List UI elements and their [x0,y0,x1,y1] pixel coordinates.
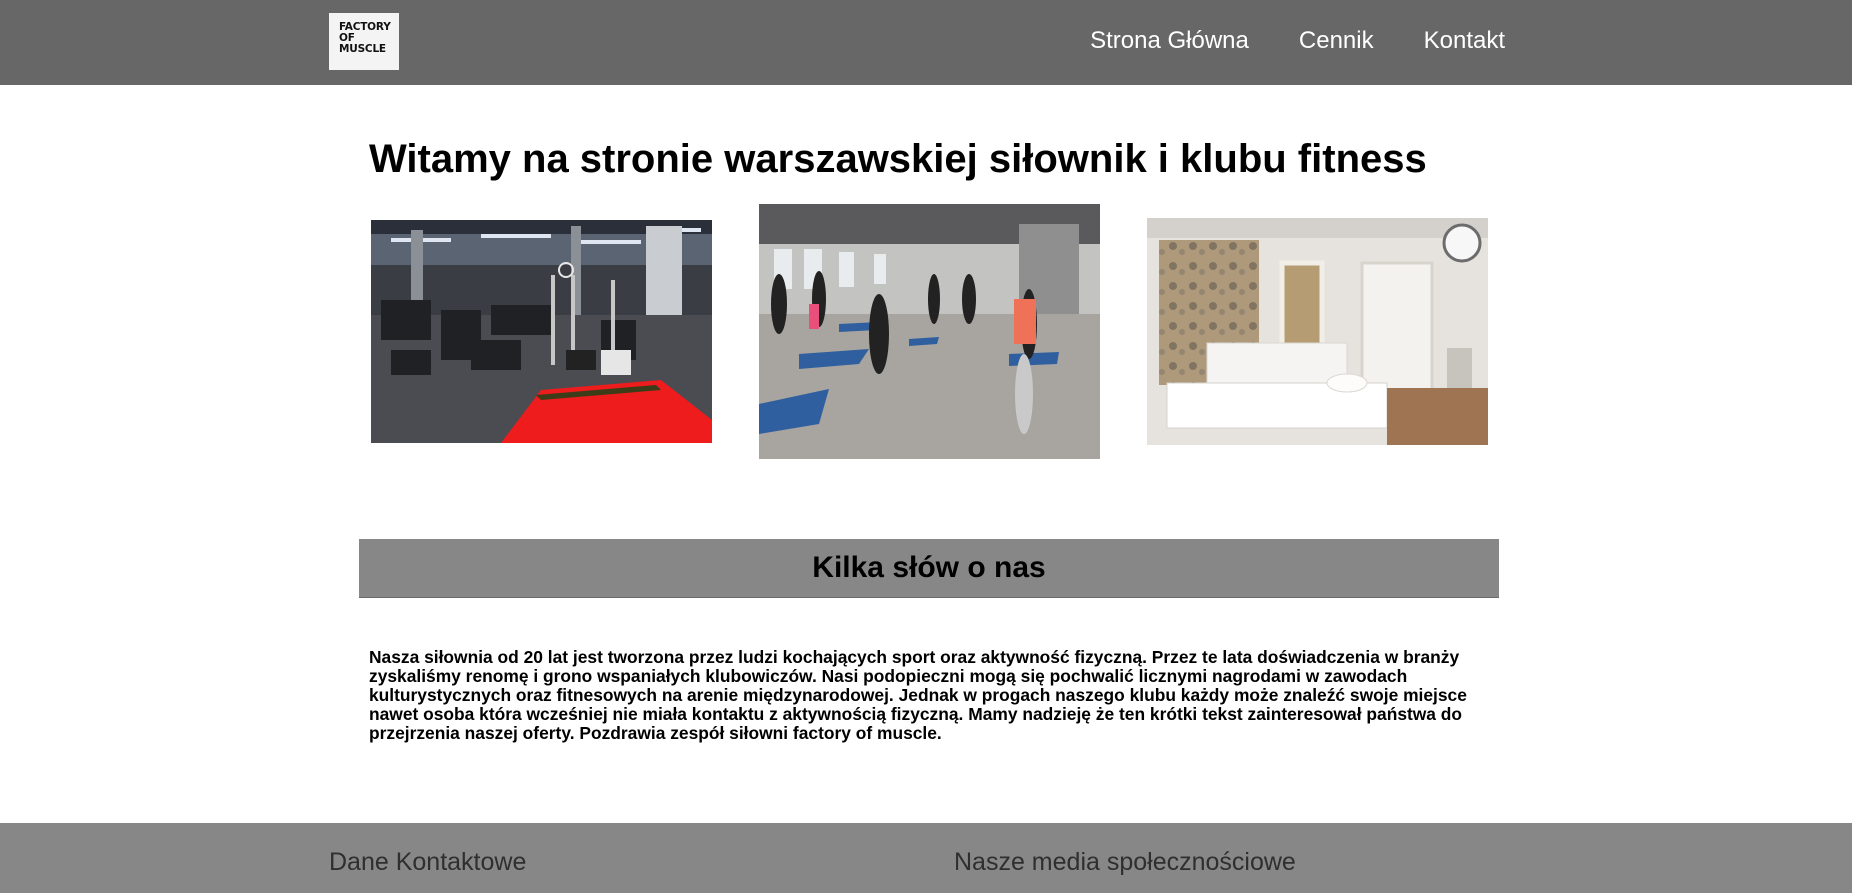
page-title: Witamy na stronie warszawskiej siłownik … [369,137,1427,181]
about-heading-band: Kilka słów o nas [359,539,1499,598]
nav-link-pricing[interactable]: Cennik [1299,24,1374,58]
main-nav: Strona Główna Cennik Kontakt [1090,24,1505,58]
site-header: FACTORY OF MUSCLE Strona Główna Cennik K… [0,0,1852,85]
site-footer: Dane Kontaktowe Nasze media społeczności… [0,823,1852,893]
massage-room-photo [1147,218,1488,445]
nav-link-contact[interactable]: Kontakt [1424,24,1505,58]
footer-social-heading: Nasze media społecznościowe [954,848,1296,876]
factory-of-muscle-logo[interactable]: FACTORY OF MUSCLE [329,13,399,70]
footer-contact-heading: Dane Kontaktowe [329,848,527,876]
fitness-class-photo [759,204,1100,459]
logo-line-3: MUSCLE [339,43,386,55]
gym-floor-photo [371,220,712,443]
nav-link-home[interactable]: Strona Główna [1090,24,1249,58]
about-heading: Kilka słów o nas [812,551,1046,584]
about-text: Nasza siłownia od 20 lat jest tworzona p… [369,647,1467,743]
